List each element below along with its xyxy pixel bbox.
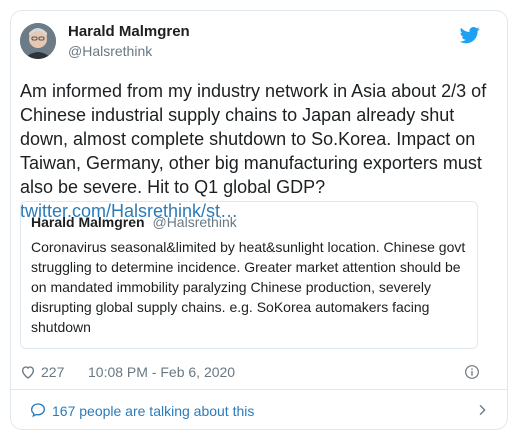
quoted-author-handle: @Halsrethink <box>152 214 237 230</box>
twitter-bird-icon[interactable] <box>459 25 480 45</box>
tweet-meta: 227 10:08 PM - Feb 6, 2020 <box>20 362 480 382</box>
quoted-author-name: Harald Malmgren <box>31 214 145 230</box>
tweet-body: Am informed from my industry network in … <box>20 81 487 197</box>
tweet-timestamp[interactable]: 10:08 PM - Feb 6, 2020 <box>88 364 235 380</box>
author-name[interactable]: Harald Malmgren <box>68 23 190 40</box>
quoted-tweet[interactable]: Harald Malmgren @Halsrethink Coronavirus… <box>20 201 478 349</box>
info-icon[interactable] <box>464 364 480 380</box>
tweet-header: Harald Malmgren @Halsrethink <box>20 23 480 71</box>
talking-count-label[interactable]: 167 people are talking about this <box>52 403 254 419</box>
speech-bubble-icon <box>30 402 46 418</box>
quoted-tweet-header: Harald Malmgren @Halsrethink <box>31 213 467 231</box>
author-handle[interactable]: @Halsrethink <box>68 43 152 59</box>
conversation-link[interactable]: 167 people are talking about this <box>30 400 490 422</box>
chevron-right-icon[interactable] <box>474 402 490 418</box>
footer-divider <box>10 389 508 390</box>
avatar[interactable] <box>20 23 56 59</box>
quoted-tweet-text: Coronavirus seasonal&limited by heat&sun… <box>31 239 466 335</box>
heart-icon[interactable] <box>20 364 36 380</box>
like-count[interactable]: 227 <box>41 364 64 380</box>
